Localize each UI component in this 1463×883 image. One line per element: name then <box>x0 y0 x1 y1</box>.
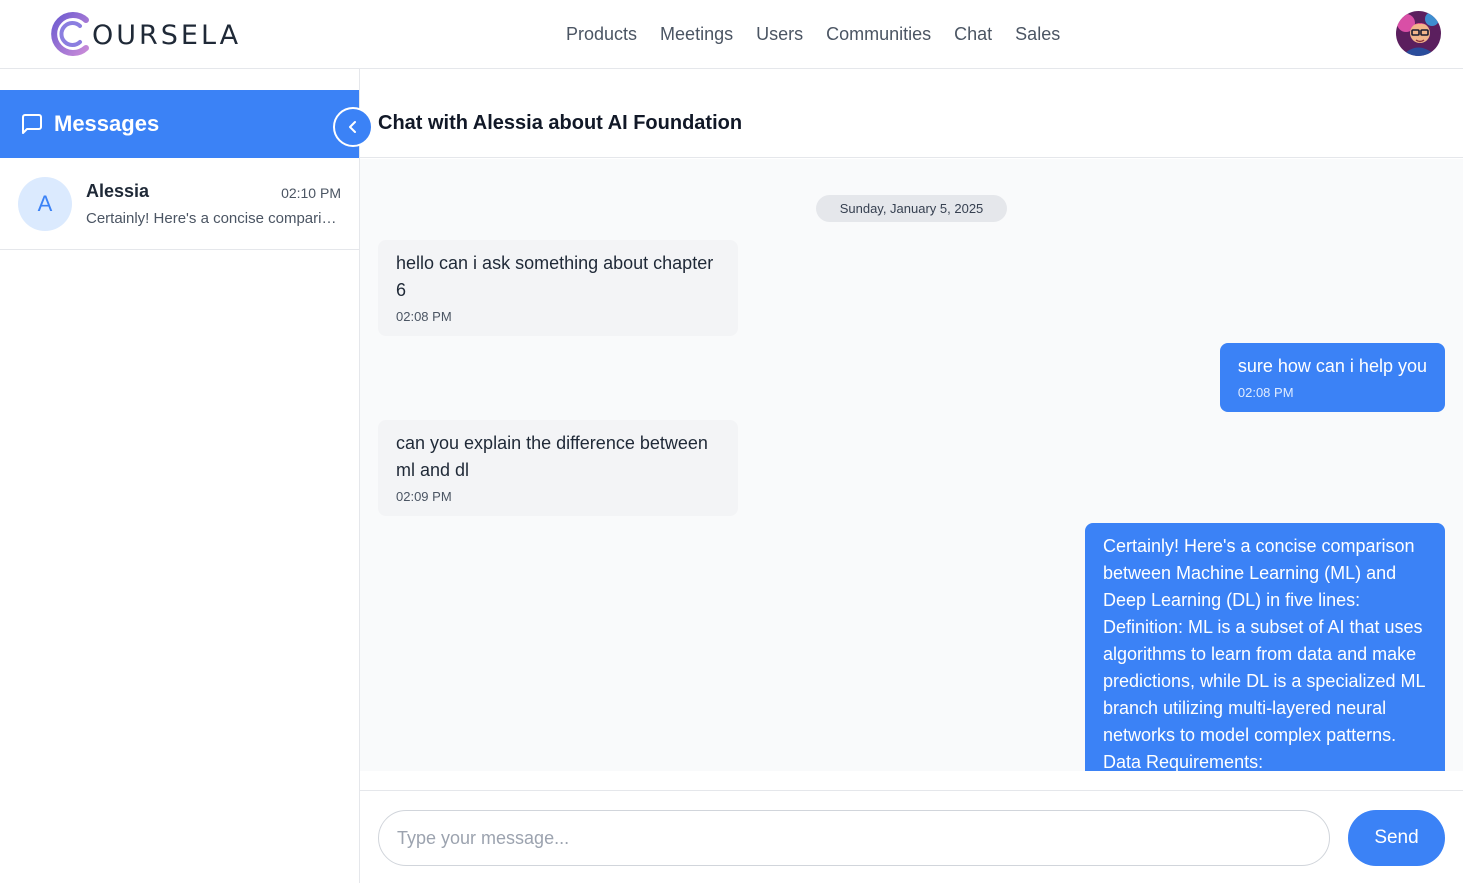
date-divider: Sunday, January 5, 2025 <box>816 195 1007 222</box>
send-button[interactable]: Send <box>1348 810 1445 866</box>
top-navbar: OURSELA Products Meetings Users Communit… <box>0 0 1463 69</box>
brand-logo[interactable]: OURSELA <box>46 11 241 57</box>
message-incoming: can you explain the difference between m… <box>378 420 738 516</box>
main-nav: Products Meetings Users Communities Chat… <box>566 0 1060 68</box>
chat-header: Chat with Alessia about AI Foundation <box>360 90 1463 158</box>
collapse-sidebar-button[interactable] <box>333 107 373 147</box>
nav-products[interactable]: Products <box>566 24 637 45</box>
message-time: 02:09 PM <box>396 489 452 504</box>
chevron-left-icon <box>349 121 356 133</box>
sidebar-title: Messages <box>54 111 160 136</box>
message-composer: Send <box>360 790 1463 883</box>
message-time: 02:08 PM <box>1237 385 1294 400</box>
brand-name: OURSELA <box>92 19 242 51</box>
message-text: Certainly! Here's a concise comparison b… <box>1103 536 1425 771</box>
nav-users[interactable]: Users <box>756 24 803 45</box>
user-avatar[interactable] <box>1396 11 1441 56</box>
message-outgoing: sure how can i help you 02:08 PM <box>1219 343 1445 412</box>
conversations-sidebar: Messages A Alessia 02:10 PM Certainly! H… <box>0 69 373 883</box>
conversation-preview: Certainly! Here's a concise comparison b… <box>86 210 342 227</box>
message-time: 02:08 PM <box>396 309 452 324</box>
nav-meetings[interactable]: Meetings <box>660 24 733 45</box>
nav-chat[interactable]: Chat <box>954 24 992 45</box>
logo-c-icon <box>51 12 89 56</box>
message-text: hello can i ask something about chapter … <box>396 253 714 300</box>
message-incoming: hello can i ask something about chapter … <box>378 240 738 336</box>
chat-title: Chat with Alessia about AI Foundation <box>378 112 743 134</box>
message-square-icon <box>22 114 42 134</box>
conversation-time: 02:10 PM <box>281 185 341 201</box>
sidebar-header: Messages <box>0 90 359 158</box>
message-thread[interactable]: Sunday, January 5, 2025 hello can i ask … <box>360 159 1463 771</box>
conversation-item-alessia[interactable]: A Alessia 02:10 PM Certainly! Here's a c… <box>0 159 359 250</box>
nav-sales[interactable]: Sales <box>1015 24 1060 45</box>
nav-communities[interactable]: Communities <box>826 24 931 45</box>
contact-name: Alessia <box>86 181 150 201</box>
avatar-illustration-icon <box>1396 11 1441 56</box>
message-text: can you explain the difference between m… <box>396 433 708 480</box>
message-input[interactable] <box>378 810 1330 866</box>
contact-avatar: A <box>18 177 72 231</box>
message-outgoing: Certainly! Here's a concise comparison b… <box>1085 523 1445 771</box>
message-text: sure how can i help you <box>1237 356 1427 376</box>
